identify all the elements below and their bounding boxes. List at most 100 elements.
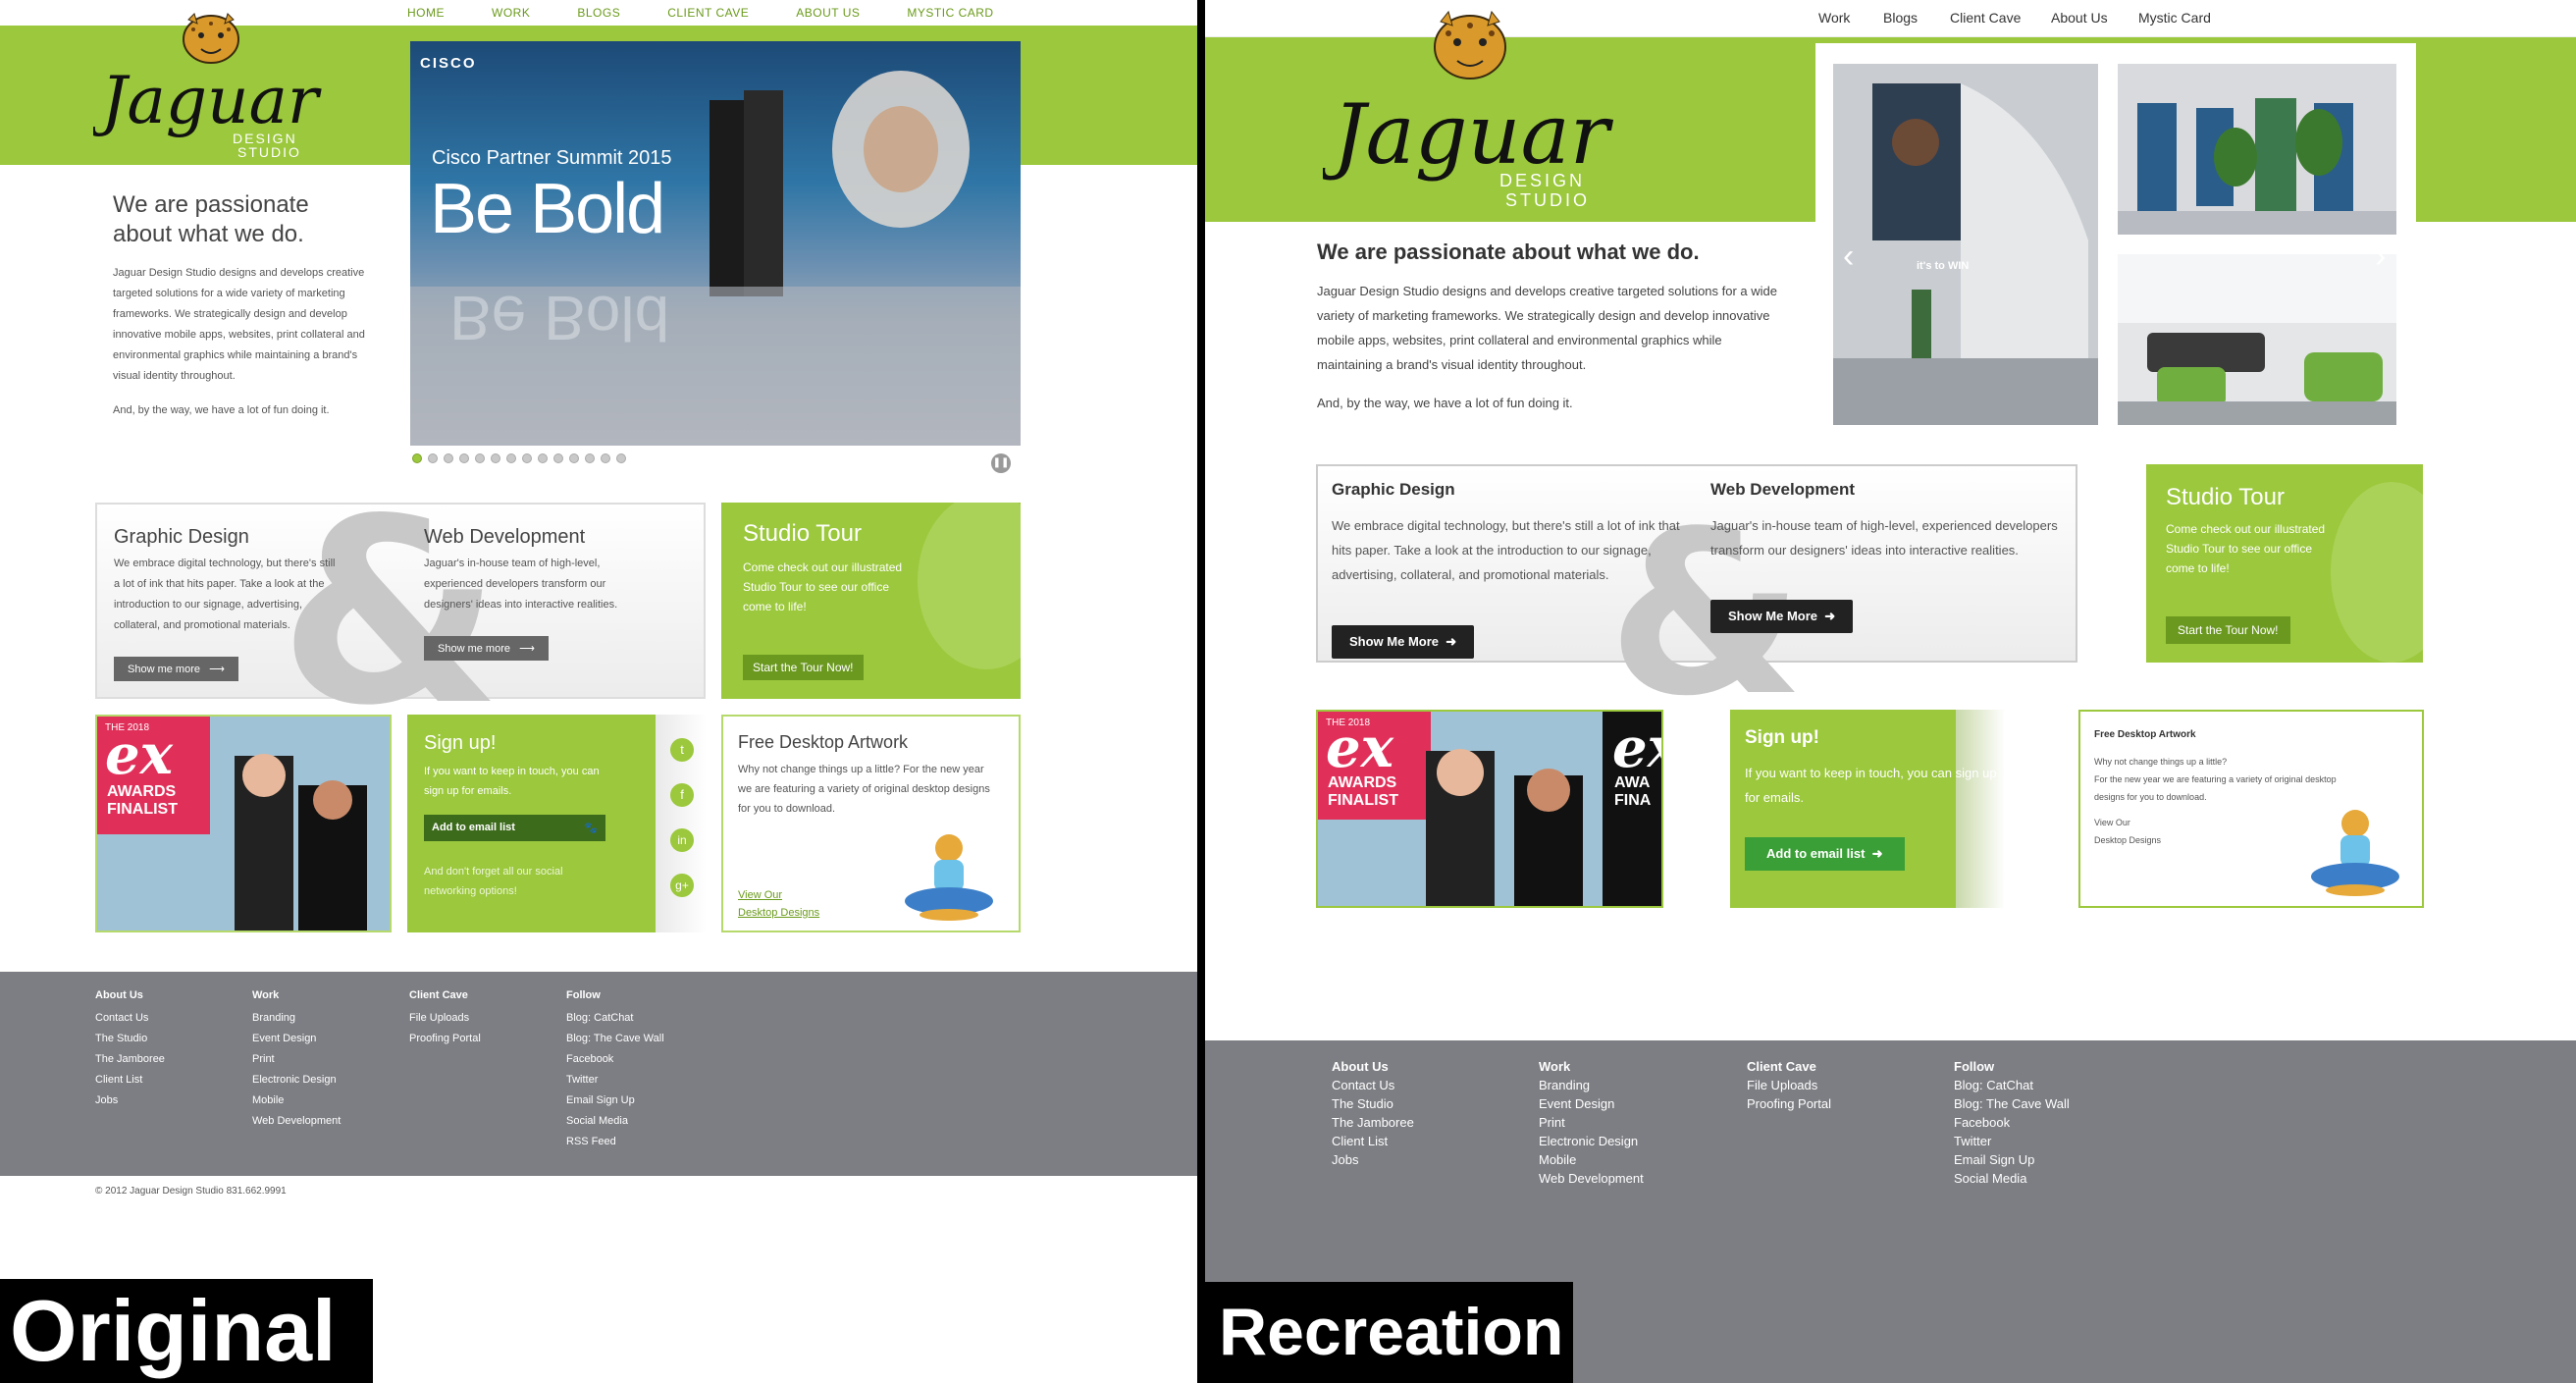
slide-dot[interactable]: [553, 453, 563, 463]
footer-link[interactable]: Blog: The Cave Wall: [566, 1029, 664, 1049]
footer-link[interactable]: Email Sign Up: [566, 1090, 664, 1111]
nav-client-cave[interactable]: CLIENT CAVE: [667, 0, 749, 26]
slide-dot[interactable]: [522, 453, 532, 463]
slide-dot[interactable]: [475, 453, 485, 463]
start-tour-button[interactable]: Start the Tour Now!: [743, 655, 864, 680]
nav-work[interactable]: WORK: [492, 0, 530, 26]
slide-dot[interactable]: [569, 453, 579, 463]
footer-link[interactable]: Jobs: [1332, 1150, 1414, 1169]
nav-blogs[interactable]: Blogs: [1883, 10, 1918, 26]
graphic-show-more-button[interactable]: Show me more ⟶: [114, 657, 238, 681]
footer-link[interactable]: Branding: [252, 1008, 341, 1029]
studio-tour-card[interactable]: Studio Tour Come check out our illustrat…: [2146, 464, 2423, 663]
slide-dots[interactable]: [412, 453, 626, 463]
desktop-art-card[interactable]: Free Desktop Artwork Why not change thin…: [721, 715, 1021, 932]
web-show-more-button[interactable]: Show me more ⟶: [424, 636, 549, 661]
slide-dot[interactable]: [459, 453, 469, 463]
footer-link[interactable]: Print: [1539, 1113, 1644, 1132]
desktop-art-card[interactable]: Free Desktop Artwork Why not change thin…: [2078, 710, 2424, 908]
view-our-link[interactable]: View Our: [738, 889, 782, 901]
footer-link[interactable]: Blog: CatChat: [566, 1008, 664, 1029]
nav-blogs[interactable]: BLOGS: [577, 0, 620, 26]
chevron-right-icon[interactable]: ›: [2375, 238, 2386, 276]
footer-link[interactable]: Proofing Portal: [1747, 1094, 1831, 1113]
nav-mystic-card[interactable]: MYSTIC CARD: [907, 0, 993, 26]
jaguar-logo[interactable]: Jaguar DESIGN STUDIO: [1323, 8, 1617, 209]
footer-link[interactable]: Jobs: [95, 1090, 165, 1111]
slide-dot[interactable]: [428, 453, 438, 463]
add-email-button[interactable]: Add to email list ➜: [1745, 837, 1905, 871]
graphic-show-more-button[interactable]: Show Me More ➜: [1332, 625, 1475, 659]
footer-link[interactable]: Facebook: [1954, 1113, 2070, 1132]
footer-heading[interactable]: Work: [1539, 1057, 1644, 1076]
hero-slide[interactable]: CISCO Cisco Partner Summit 2015 Be Bold …: [410, 41, 1021, 446]
footer-link[interactable]: Mobile: [1539, 1150, 1644, 1169]
footer-link[interactable]: Branding: [1539, 1076, 1644, 1094]
footer-link[interactable]: The Jamboree: [1332, 1113, 1414, 1132]
footer-link[interactable]: Client List: [1332, 1132, 1414, 1150]
slide-dot[interactable]: [538, 453, 548, 463]
footer-heading[interactable]: Follow: [566, 989, 664, 1001]
footer-heading[interactable]: Client Cave: [1747, 1057, 1831, 1076]
slide-dot[interactable]: [506, 453, 516, 463]
footer-link[interactable]: File Uploads: [1747, 1076, 1831, 1094]
linkedin-icon[interactable]: in: [670, 828, 694, 852]
footer-link[interactable]: Blog: CatChat: [1954, 1076, 2070, 1094]
facebook-icon[interactable]: f: [670, 783, 694, 807]
desktop-designs-link[interactable]: Desktop Designs: [738, 907, 819, 919]
slide-dot[interactable]: [412, 453, 422, 463]
footer-link[interactable]: Social Media: [566, 1111, 664, 1132]
footer-heading[interactable]: Follow: [1954, 1057, 2070, 1076]
studio-tour-card[interactable]: Studio Tour Come check out our illustrat…: [721, 503, 1021, 699]
footer-link[interactable]: Social Media: [1954, 1169, 2070, 1188]
web-show-more-button[interactable]: Show Me More ➜: [1710, 600, 1854, 633]
start-tour-button[interactable]: Start the Tour Now!: [2166, 616, 2290, 644]
jaguar-logo[interactable]: Jaguar DESIGN STUDIO: [93, 10, 329, 157]
nav-about-us[interactable]: ABOUT US: [796, 0, 860, 26]
footer-heading[interactable]: Work: [252, 989, 341, 1001]
awards-card[interactable]: THE 2018 ex AWARDS FINALIST ex AWA FINA: [1316, 710, 1663, 908]
footer-link[interactable]: Client List: [95, 1070, 165, 1090]
pause-icon[interactable]: ❚❚: [991, 453, 1011, 473]
slide-dot[interactable]: [616, 453, 626, 463]
nav-client-cave[interactable]: Client Cave: [1950, 10, 2021, 26]
footer-link[interactable]: The Studio: [1332, 1094, 1414, 1113]
footer-link[interactable]: File Uploads: [409, 1008, 481, 1029]
footer-link[interactable]: Twitter: [566, 1070, 664, 1090]
footer-link[interactable]: Print: [252, 1049, 341, 1070]
gallery-photo-lounge[interactable]: [2115, 251, 2399, 428]
slide-dot[interactable]: [444, 453, 453, 463]
footer-link[interactable]: Web Development: [252, 1111, 341, 1132]
nav-home[interactable]: HOME: [407, 0, 445, 26]
footer-link[interactable]: Electronic Design: [252, 1070, 341, 1090]
footer-link[interactable]: Event Design: [1539, 1094, 1644, 1113]
footer-link[interactable]: Email Sign Up: [1954, 1150, 2070, 1169]
footer-link[interactable]: Web Development: [1539, 1169, 1644, 1188]
google-plus-icon[interactable]: g+: [670, 874, 694, 897]
footer-link[interactable]: Proofing Portal: [409, 1029, 481, 1049]
footer-heading[interactable]: About Us: [95, 989, 165, 1001]
slide-dot[interactable]: [601, 453, 610, 463]
footer-link[interactable]: Electronic Design: [1539, 1132, 1644, 1150]
nav-mystic-card[interactable]: Mystic Card: [2138, 10, 2211, 26]
footer-link[interactable]: Blog: The Cave Wall: [1954, 1094, 2070, 1113]
footer-heading[interactable]: About Us: [1332, 1057, 1414, 1076]
chevron-left-icon[interactable]: ‹: [1843, 238, 1854, 276]
footer-link[interactable]: Mobile: [252, 1090, 341, 1111]
nav-about-us[interactable]: About Us: [2051, 10, 2108, 26]
awards-card[interactable]: THE 2018 ex AWARDS FINALIST: [95, 715, 392, 932]
footer-link[interactable]: RSS Feed: [566, 1132, 664, 1152]
footer-link[interactable]: Facebook: [566, 1049, 664, 1070]
twitter-icon[interactable]: t: [670, 738, 694, 762]
add-email-button[interactable]: Add to email list 🐾: [424, 815, 605, 841]
footer-link[interactable]: The Studio: [95, 1029, 165, 1049]
slide-dot[interactable]: [585, 453, 595, 463]
footer-heading[interactable]: Client Cave: [409, 989, 481, 1001]
footer-link[interactable]: The Jamboree: [95, 1049, 165, 1070]
gallery-photo-atrium[interactable]: it's to WIN: [1830, 61, 2101, 428]
gallery-photo-expo[interactable]: [2115, 61, 2399, 238]
nav-work[interactable]: Work: [1818, 10, 1850, 26]
footer-link[interactable]: Event Design: [252, 1029, 341, 1049]
footer-link[interactable]: Twitter: [1954, 1132, 2070, 1150]
footer-link[interactable]: Contact Us: [1332, 1076, 1414, 1094]
